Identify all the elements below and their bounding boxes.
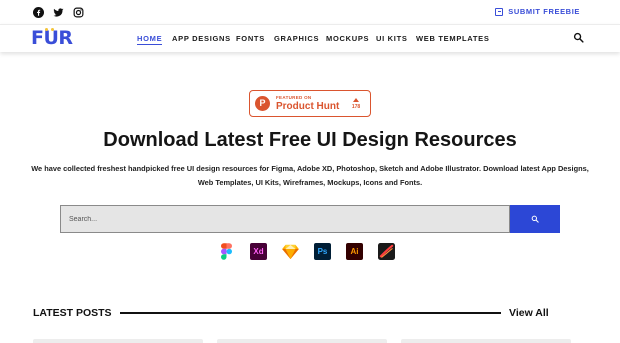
- page-title: Download Latest Free UI Design Resources: [103, 129, 517, 151]
- figma-icon[interactable]: [218, 243, 235, 260]
- submit-square-icon: [495, 7, 504, 16]
- search-input[interactable]: [61, 206, 509, 232]
- product-hunt-count: 178: [351, 104, 361, 110]
- nav-web-templates[interactable]: WEB TEMPLATES: [416, 34, 490, 43]
- facebook-icon[interactable]: [32, 6, 44, 18]
- nav-graphics[interactable]: GRAPHICS: [274, 34, 319, 43]
- affinity-icon[interactable]: [378, 243, 395, 260]
- product-hunt-name: Product Hunt: [276, 101, 340, 112]
- product-hunt-featured-label: FEATURED ON: [276, 95, 312, 100]
- main-navbar: FU R HOME APP DESIGNS FONTS GRAPHICS MOCK…: [0, 24, 620, 52]
- sketch-icon[interactable]: [282, 243, 299, 260]
- upvote-arrow-icon: [353, 98, 359, 102]
- logo-letter-r: R: [58, 27, 73, 49]
- product-hunt-badge[interactable]: P FEATURED ON Product Hunt 178: [249, 90, 371, 117]
- nav-home[interactable]: HOME: [137, 34, 163, 45]
- section-divider: [120, 312, 501, 314]
- hero-description: We have collected freshest handpicked fr…: [31, 164, 589, 187]
- product-hunt-upvotes: 178: [350, 98, 362, 110]
- search-icon: [531, 215, 539, 223]
- adobe-xd-icon[interactable]: Xd: [250, 243, 267, 260]
- latest-posts-heading: LATEST POSTS: [33, 307, 112, 319]
- post-card[interactable]: [217, 339, 387, 343]
- search-box: [60, 205, 510, 233]
- top-bar: SUBMIT FREEBIE: [0, 0, 620, 24]
- twitter-icon[interactable]: [52, 6, 64, 18]
- submit-freebie-button[interactable]: SUBMIT FREEBIE: [495, 7, 580, 16]
- logo-letter-f: F: [31, 27, 44, 49]
- header-search-icon[interactable]: [573, 32, 585, 44]
- submit-freebie-label: SUBMIT FREEBIE: [508, 7, 580, 16]
- search-submit-button[interactable]: [510, 205, 560, 233]
- nav-app-designs[interactable]: APP DESIGNS: [172, 34, 231, 43]
- nav-ui-kits[interactable]: UI KITS: [376, 34, 408, 43]
- photoshop-icon[interactable]: Ps: [314, 243, 331, 260]
- site-logo[interactable]: FU R: [31, 27, 73, 49]
- product-hunt-logo-icon: P: [255, 96, 270, 111]
- logo-dots: [45, 28, 55, 31]
- view-all-link[interactable]: View All: [509, 307, 549, 319]
- nav-fonts[interactable]: FONTS: [236, 34, 265, 43]
- post-card[interactable]: [401, 339, 571, 343]
- post-card[interactable]: [33, 339, 203, 343]
- instagram-icon[interactable]: [72, 6, 84, 18]
- illustrator-icon[interactable]: Ai: [346, 243, 363, 260]
- nav-mockups[interactable]: MOCKUPS: [326, 34, 369, 43]
